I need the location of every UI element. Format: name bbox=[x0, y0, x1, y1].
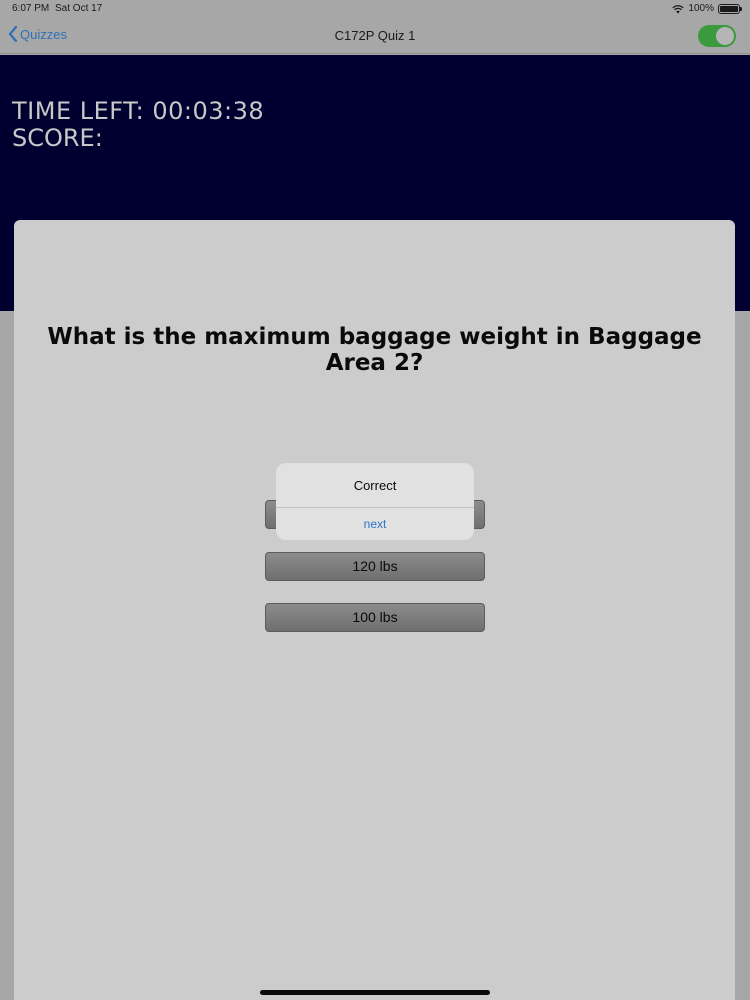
question-text: What is the maximum baggage weight in Ba… bbox=[47, 324, 702, 376]
result-alert: Correct next bbox=[276, 463, 474, 540]
navigation-bar: Quizzes C172P Quiz 1 bbox=[0, 18, 750, 54]
toggle-knob bbox=[716, 27, 734, 45]
status-right: 100% bbox=[672, 3, 742, 14]
status-date: Sat Oct 17 bbox=[55, 3, 103, 14]
score-label: SCORE: bbox=[12, 124, 103, 152]
battery-icon bbox=[718, 3, 742, 14]
time-left-label: TIME LEFT: 00:03:38 bbox=[12, 97, 265, 125]
alert-title: Correct bbox=[353, 478, 397, 493]
next-button[interactable]: next bbox=[276, 508, 474, 540]
status-time: 6:07 PM bbox=[12, 3, 50, 14]
wifi-icon bbox=[672, 4, 685, 13]
battery-percent: 100% bbox=[688, 3, 714, 14]
toggle-switch[interactable] bbox=[698, 25, 736, 47]
page-title: C172P Quiz 1 bbox=[334, 28, 416, 43]
answer-button-2[interactable]: 120 lbs bbox=[265, 552, 485, 581]
home-indicator bbox=[260, 990, 490, 995]
status-bar: 6:07 PM Sat Oct 17 100% bbox=[0, 0, 750, 18]
answer-button-3[interactable]: 100 lbs bbox=[265, 603, 485, 632]
question-card: What is the maximum baggage weight in Ba… bbox=[14, 220, 735, 1000]
